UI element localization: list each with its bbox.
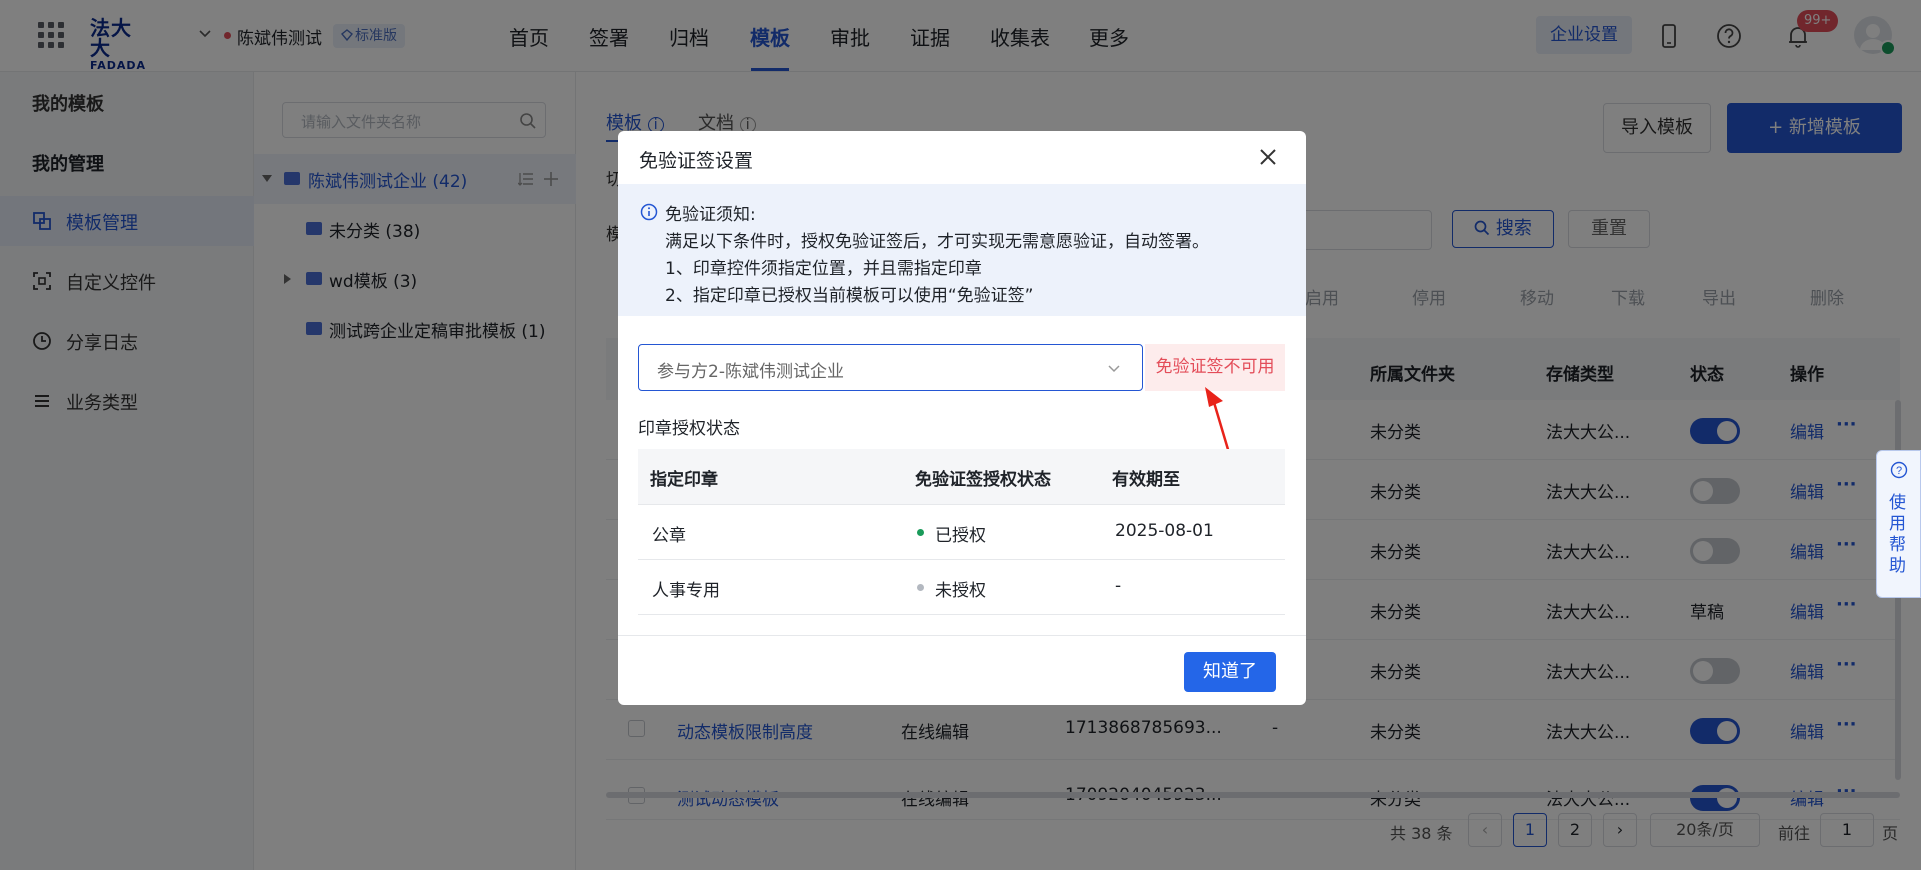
notice-line-3: 2、指定印章已授权当前模板可以使用“免验证签” xyxy=(665,286,1034,306)
info-icon xyxy=(640,203,658,221)
notice-line-1: 满足以下条件时，授权免验证签后，才可实现无需意愿验证，自动签署。 xyxy=(665,232,1209,252)
chevron-down-icon xyxy=(1108,365,1120,373)
col-expiry: 有效期至 xyxy=(1112,470,1180,490)
expiry-date: 2025-08-01 xyxy=(1115,521,1214,541)
participant-select[interactable]: 参与方2-陈斌伟测试企业 xyxy=(638,344,1143,391)
seal-name: 人事专用 xyxy=(652,581,720,601)
svg-text:?: ? xyxy=(1896,465,1902,477)
col-seal: 指定印章 xyxy=(650,470,718,490)
no-verification-sign-dialog: 免验证签设置 免验证须知: 满足以下条件时，授权免验证签后，才可实现无需意愿验证… xyxy=(618,131,1306,705)
got-it-button[interactable]: 知道了 xyxy=(1184,652,1276,692)
auth-status: 未授权 xyxy=(935,581,986,601)
question-icon: ? xyxy=(1890,461,1908,479)
notice-line-2: 1、印章控件须指定位置，并且需指定印章 xyxy=(665,259,982,279)
help-side-tab[interactable]: ? 使用帮助 xyxy=(1876,450,1921,598)
expiry-date: - xyxy=(1115,576,1122,596)
dialog-title: 免验证签设置 xyxy=(639,150,754,172)
seal-status-title: 印章授权状态 xyxy=(638,419,740,439)
col-auth-status: 免验证签授权状态 xyxy=(915,470,1051,490)
status-dot-icon xyxy=(917,584,924,591)
seal-row: 人事专用 未授权 - xyxy=(638,560,1285,615)
seal-table-header: 指定印章 免验证签授权状态 有效期至 xyxy=(638,449,1285,505)
status-dot-icon xyxy=(917,529,924,536)
auth-status: 已授权 xyxy=(935,526,986,546)
seal-name: 公章 xyxy=(652,526,686,546)
seal-row: 公章 已授权 2025-08-01 xyxy=(638,505,1285,560)
notice-panel: 免验证须知: 满足以下条件时，授权免验证签后，才可实现无需意愿验证，自动签署。 … xyxy=(618,184,1306,316)
notice-title: 免验证须知: xyxy=(665,205,756,225)
close-icon[interactable] xyxy=(1256,145,1280,169)
dialog-footer-divider xyxy=(618,635,1306,636)
